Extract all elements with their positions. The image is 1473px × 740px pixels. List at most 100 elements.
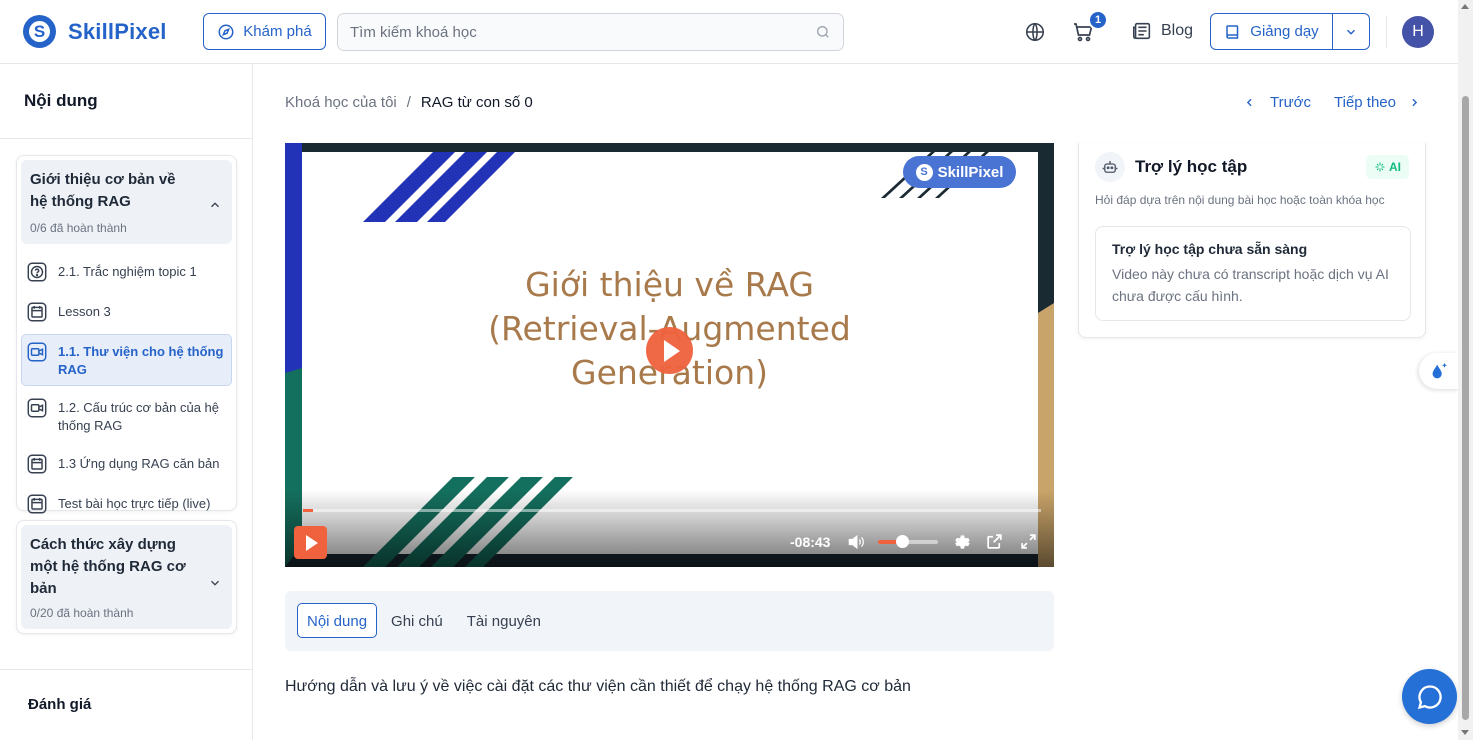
section-title: Cách thức xây dựng một hệ thống RAG cơ b…	[30, 536, 186, 597]
video-progress-track[interactable]	[303, 509, 1041, 512]
sparkle-icon	[1375, 162, 1385, 172]
assistant-status-box: Trợ lý học tập chưa sẵn sàng Video này c…	[1095, 226, 1411, 321]
top-header: S SkillPixel Khám phá 1 Blog Giảng dạy H	[0, 0, 1458, 64]
breadcrumb-current: RAG từ con số 0	[420, 94, 533, 111]
video-icon	[26, 397, 48, 419]
teach-toggle[interactable]	[1333, 14, 1369, 49]
logo-text: SkillPixel	[68, 18, 167, 44]
language-globe-icon[interactable]	[1024, 21, 1046, 43]
calendar-icon	[26, 493, 48, 515]
droplet-sparkle-icon	[1432, 362, 1448, 379]
book-icon	[1226, 24, 1239, 39]
sidebar-title: Nội dung	[24, 91, 98, 110]
floating-tool-button[interactable]	[1419, 353, 1459, 389]
lesson-tabs: Nội dung Ghi chú Tài nguyên	[285, 591, 1054, 651]
lesson-item[interactable]: Lesson 3	[21, 294, 232, 330]
breadcrumb-parent[interactable]: Khoá học của tôi	[285, 94, 397, 111]
search-icon[interactable]	[815, 24, 831, 40]
scroll-up-arrow[interactable]	[1461, 4, 1469, 9]
scrollbar-thumb[interactable]	[1462, 96, 1469, 720]
chat-button[interactable]	[1402, 669, 1457, 724]
settings-gear-icon[interactable]	[951, 532, 971, 552]
calendar-icon	[26, 453, 48, 475]
time-remaining: -08:43	[790, 534, 831, 550]
video-watermark: S SkillPixel	[903, 156, 1016, 188]
section-progress: 0/20 đã hoàn thành	[30, 606, 134, 620]
section-card-intro: Giới thiệu cơ bản về hệ thống RAG 0/6 đã…	[16, 155, 237, 514]
assistant-status-text: Video này chưa có transcript hoặc dịch v…	[1112, 266, 1389, 304]
blog-label: Blog	[1161, 22, 1194, 39]
lesson-item[interactable]: 2.1. Trắc nghiệm topic 1	[21, 254, 232, 290]
calendar-icon	[26, 301, 48, 323]
breadcrumb-separator: /	[406, 94, 411, 111]
chevron-up-icon[interactable]	[208, 198, 222, 212]
section-card-build: Cách thức xây dựng một hệ thống RAG cơ b…	[16, 520, 237, 634]
lesson-label: Lesson 3	[58, 304, 111, 319]
next-button[interactable]: Tiếp theo	[1334, 94, 1421, 111]
course-sidebar: Nội dung Giới thiệu cơ bản về hệ thống R…	[0, 64, 253, 740]
chevron-left-icon	[1246, 98, 1252, 107]
volume-slider-handle[interactable]	[896, 535, 909, 548]
lesson-label: 1.3 Ứng dụng RAG căn bản	[58, 456, 220, 471]
scroll-down-arrow[interactable]	[1461, 730, 1469, 735]
lesson-item-active[interactable]: 1.1. Thư viện cho hệ thống RAG	[21, 334, 232, 386]
lesson-label: 2.1. Trắc nghiệm topic 1	[58, 264, 197, 279]
lesson-item[interactable]: 1.2. Cấu trúc cơ bản của hệ thống RAG	[21, 390, 232, 442]
review-link[interactable]: Đánh giá	[28, 696, 91, 713]
learning-assistant-panel: Trợ lý học tập AI Hỏi đáp dựa trên nội d…	[1078, 143, 1426, 338]
lesson-item[interactable]: 1.3 Ứng dụng RAG căn bản	[21, 446, 232, 482]
user-avatar[interactable]: H	[1402, 16, 1434, 48]
tab-notes[interactable]: Ghi chú	[381, 603, 453, 638]
assistant-title: Trợ lý học tập	[1135, 157, 1248, 176]
ai-badge: AI	[1366, 155, 1409, 179]
prev-label: Trước	[1270, 94, 1311, 111]
blog-link[interactable]: Blog	[1131, 20, 1193, 42]
teach-button[interactable]: Giảng dạy	[1211, 14, 1333, 49]
chat-bubble-icon	[1417, 684, 1442, 709]
robot-icon	[1095, 152, 1125, 182]
chevron-down-icon[interactable]	[208, 576, 222, 590]
section-header-intro[interactable]: Giới thiệu cơ bản về hệ thống RAG 0/6 đã…	[21, 160, 232, 244]
cart-count-badge: 1	[1088, 10, 1108, 30]
tab-content[interactable]: Nội dung	[297, 603, 378, 638]
teach-dropdown[interactable]: Giảng dạy	[1210, 13, 1370, 50]
search-input[interactable]	[350, 23, 815, 41]
lesson-label: 1.1. Thư viện cho hệ thống RAG	[58, 344, 224, 377]
section-header-build[interactable]: Cách thức xây dựng một hệ thống RAG cơ b…	[21, 525, 232, 629]
tab-resources[interactable]: Tài nguyên	[457, 603, 551, 638]
video-controls-bar	[285, 490, 1054, 567]
logo[interactable]: S SkillPixel	[23, 15, 167, 48]
section-progress: 0/6 đã hoàn thành	[30, 221, 127, 235]
prev-button[interactable]: Trước	[1243, 94, 1311, 111]
skillpixel-logo-icon: S	[23, 15, 56, 48]
chevron-right-icon	[1412, 98, 1418, 107]
section-title: Giới thiệu cơ bản về hệ thống RAG	[30, 171, 176, 210]
compass-icon	[218, 24, 234, 39]
video-progress-fill	[303, 509, 313, 512]
lesson-label: 1.2. Cấu trúc cơ bản của hệ thống RAG	[58, 400, 220, 433]
newspaper-icon	[1132, 22, 1151, 40]
watermark-text: SkillPixel	[937, 163, 1004, 181]
quiz-icon	[26, 261, 48, 283]
video-icon	[26, 341, 48, 363]
volume-icon[interactable]	[846, 532, 866, 552]
fullscreen-icon[interactable]	[1019, 532, 1038, 551]
big-play-button[interactable]	[646, 327, 693, 374]
lesson-item[interactable]: Test bài học trực tiếp (live)	[21, 486, 232, 522]
lesson-description: Hướng dẫn và lưu ý về việc cài đặt các t…	[285, 678, 911, 695]
watermark-logo-icon: S	[915, 163, 933, 181]
search-bar[interactable]	[337, 13, 844, 51]
header-divider	[1386, 16, 1387, 48]
explore-button[interactable]: Khám phá	[203, 13, 326, 50]
slide-title-line: Giới thiệu về RAG	[525, 265, 814, 304]
breadcrumb: Khoá học của tôi / RAG từ con số 0	[285, 94, 533, 111]
sidebar-divider	[0, 669, 253, 670]
assistant-subtitle: Hỏi đáp dựa trên nội dung bài học hoặc t…	[1095, 193, 1385, 207]
popout-icon[interactable]	[985, 532, 1004, 551]
teach-label: Giảng dạy	[1250, 23, 1319, 40]
lesson-label: Test bài học trực tiếp (live)	[58, 496, 211, 511]
next-label: Tiếp theo	[1334, 94, 1396, 111]
play-button[interactable]	[294, 526, 327, 559]
chevron-down-icon	[1346, 29, 1356, 35]
ai-badge-label: AI	[1389, 160, 1401, 174]
